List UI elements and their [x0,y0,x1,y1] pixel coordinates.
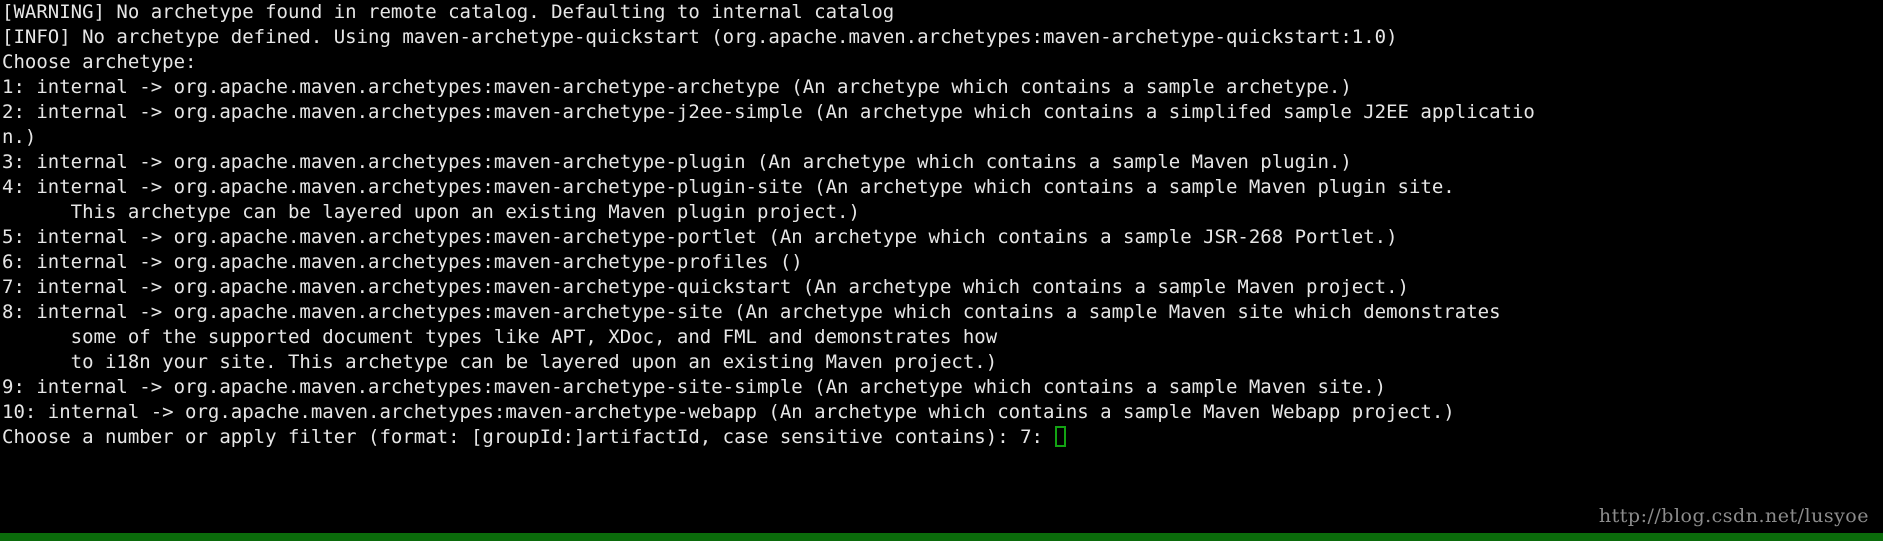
archetype-option-wrap-line: some of the supported document types lik… [2,326,998,348]
archetype-option-wrap-line: n.) [2,126,37,148]
archetype-option-wrap-line: This archetype can be layered upon an ex… [2,201,860,223]
bottom-status-bar [0,533,1883,541]
archetype-option-line: 2: internal -> org.apache.maven.archetyp… [2,101,1535,123]
console-output: [WARNING] No archetype found in remote c… [0,0,1883,450]
terminal-window[interactable]: [WARNING] No archetype found in remote c… [0,0,1883,541]
console-line: [WARNING] No archetype found in remote c… [2,1,895,23]
archetype-option-line: 5: internal -> org.apache.maven.archetyp… [2,226,1398,248]
archetype-option-line: 8: internal -> org.apache.maven.archetyp… [2,301,1501,323]
console-line: Choose archetype: [2,51,197,73]
console-line: [INFO] No archetype defined. Using maven… [2,26,1398,48]
archetype-option-line: 6: internal -> org.apache.maven.archetyp… [2,251,803,273]
archetype-option-line: 3: internal -> org.apache.maven.archetyp… [2,151,1352,173]
archetype-option-line: 4: internal -> org.apache.maven.archetyp… [2,176,1455,198]
watermark-url: http://blog.csdn.net/lusyoe [1598,505,1869,527]
prompt-line[interactable]: Choose a number or apply filter (format:… [0,425,1883,450]
text-cursor [1055,426,1067,447]
archetype-option-line: 7: internal -> org.apache.maven.archetyp… [2,276,1409,298]
archetype-option-line: 9: internal -> org.apache.maven.archetyp… [2,376,1387,398]
archetype-option-line: 1: internal -> org.apache.maven.archetyp… [2,76,1352,98]
prompt-text: Choose a number or apply filter (format:… [2,426,1055,448]
archetype-option-wrap-line: to i18n your site. This archetype can be… [2,351,998,373]
archetype-option-line: 10: internal -> org.apache.maven.archety… [2,401,1455,423]
